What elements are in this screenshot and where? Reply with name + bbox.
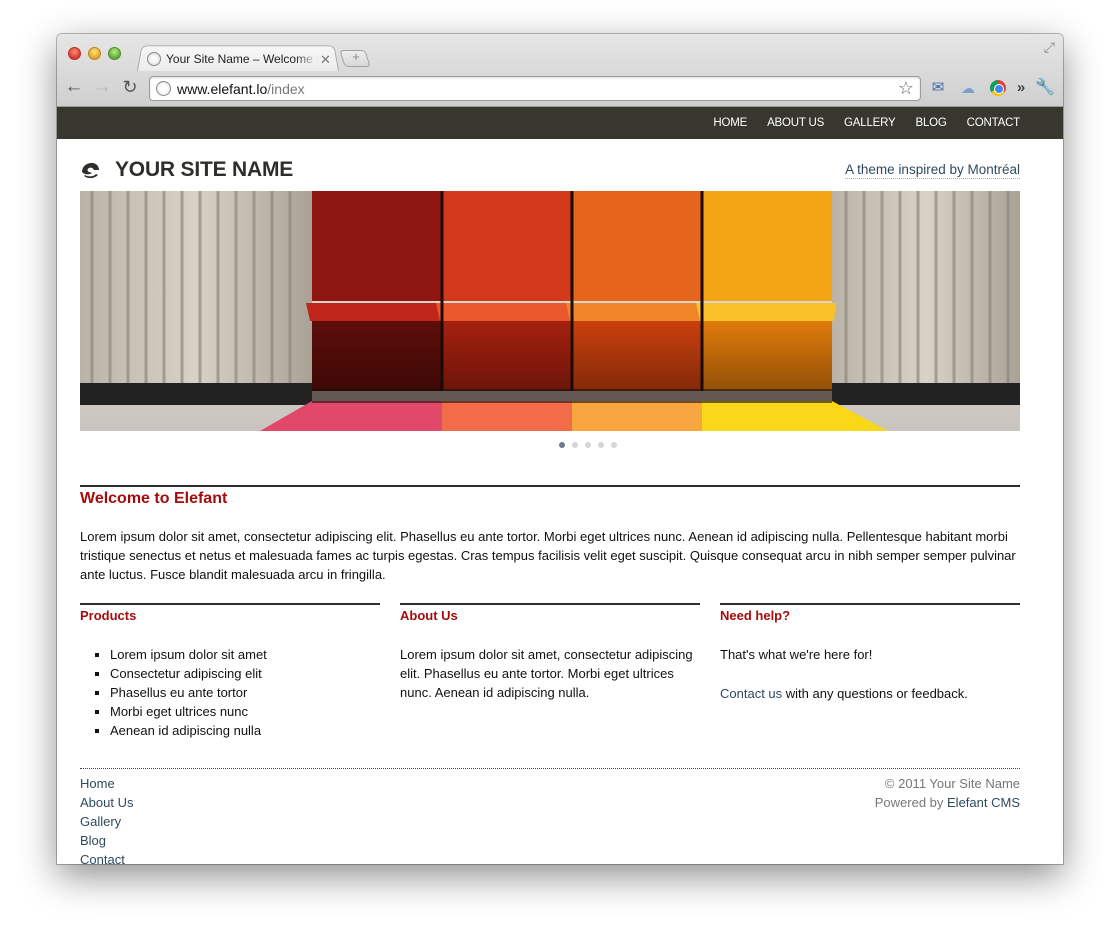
address-bar[interactable]: www.elefant.lo/index ☆ [149, 76, 921, 101]
help-column: Need help? That's what we're here for! C… [720, 603, 1020, 703]
forward-arrow-icon[interactable]: → [91, 76, 113, 98]
list-item: Aenean id adipiscing nulla [110, 721, 380, 740]
browser-chrome: Your Site Name – Welcome to Elefant ✕ + … [57, 34, 1063, 107]
browser-tab-content[interactable]: Your Site Name – Welcome to Elefant ✕ [145, 48, 335, 70]
welcome-title: Welcome to Elefant [80, 490, 228, 507]
nav-contact[interactable]: CONTACT [967, 117, 1021, 129]
slider-dot[interactable] [585, 442, 591, 448]
slider-dot[interactable] [559, 442, 565, 448]
reload-icon[interactable]: ↻ [119, 76, 141, 98]
products-title: Products [80, 608, 137, 623]
about-body: Lorem ipsum dolor sit amet, consectetur … [400, 647, 693, 700]
bookmark-star-icon[interactable]: ☆ [898, 78, 914, 99]
fullscreen-icon[interactable]: ⤢ [1044, 39, 1055, 56]
cloud-extension-icon[interactable]: ☁ [959, 79, 977, 97]
list-item: Lorem ipsum dolor sit amet [110, 645, 380, 664]
footer-link-contact[interactable]: Contact [80, 850, 133, 864]
site-header: YOUR SITE NAME A theme inspired by Montr… [80, 158, 1020, 184]
site-footer: Home About Us Gallery Blog Contact © 201… [80, 768, 1020, 864]
products-list: Lorem ipsum dolor sit amet Consectetur a… [80, 645, 380, 740]
about-title: About Us [400, 608, 458, 623]
plus-icon: + [352, 49, 360, 64]
back-arrow-icon[interactable]: ← [63, 76, 85, 98]
help-line-2: Contact us with any questions or feedbac… [720, 684, 1020, 703]
list-item: Phasellus eu ante tortor [110, 683, 380, 702]
web-page: HOME ABOUT US GALLERY BLOG CONTACT YOUR … [57, 107, 1063, 864]
url-path: /index [267, 81, 305, 97]
close-tab-icon[interactable]: ✕ [320, 53, 331, 66]
mail-extension-icon[interactable]: ✉ [929, 79, 947, 97]
nav-gallery[interactable]: GALLERY [844, 117, 896, 129]
powered-by: Powered by Elefant CMS [875, 793, 1020, 812]
list-item: Morbi eget ultrices nunc [110, 702, 380, 721]
hero-slider-image[interactable] [80, 191, 1020, 431]
address-url[interactable]: www.elefant.lo/index [177, 81, 305, 97]
help-title: Need help? [720, 608, 791, 623]
slider-dot[interactable] [611, 442, 617, 448]
globe-icon [147, 52, 161, 66]
products-column: Products Lorem ipsum dolor sit amet Cons… [80, 603, 380, 740]
slider-dots [57, 442, 1063, 448]
powered-by-prefix: Powered by [874, 795, 948, 810]
footer-link-home[interactable]: Home [80, 774, 133, 793]
footer-link-about-us[interactable]: About Us [80, 793, 133, 812]
slider-dot[interactable] [598, 442, 604, 448]
wrench-menu-icon[interactable]: 🔧 [1035, 79, 1055, 97]
tab-title: Your Site Name – Welcome to Elefant [166, 52, 318, 66]
zoom-window-button[interactable] [108, 47, 121, 60]
more-extensions-icon[interactable]: » [1012, 79, 1030, 97]
elefant-cms-link[interactable]: Elefant CMS [947, 795, 1020, 810]
copyright-text: © 2011 Your Site Name [884, 776, 1020, 791]
site-name[interactable]: YOUR SITE NAME [115, 158, 293, 182]
about-column: About Us Lorem ipsum dolor sit amet, con… [400, 603, 700, 702]
page-info-icon[interactable] [156, 81, 171, 96]
chrome-extension-icon[interactable] [990, 80, 1006, 96]
list-item: Consectetur adipiscing elit [110, 664, 380, 683]
welcome-body: Lorem ipsum dolor sit amet, consectetur … [80, 529, 1016, 582]
elephant-logo-icon[interactable] [80, 162, 100, 180]
footer-credits: © 2011 Your Site Name Powered by Elefant… [875, 774, 1020, 812]
contact-us-link[interactable]: Contact us [720, 686, 782, 701]
help-line-2-text: with any questions or feedback. [782, 686, 968, 701]
minimize-window-button[interactable] [88, 47, 101, 60]
welcome-section: Welcome to Elefant [80, 485, 1020, 508]
nav-about-us[interactable]: ABOUT US [767, 117, 824, 129]
close-window-button[interactable] [68, 47, 81, 60]
slider-dot[interactable] [572, 442, 578, 448]
browser-toolbar: ← → ↻ www.elefant.lo/index ☆ ✉ ☁ » 🔧 [57, 72, 1063, 106]
nav-blog[interactable]: BLOG [916, 117, 947, 129]
site-nav: HOME ABOUT US GALLERY BLOG CONTACT [57, 107, 1063, 139]
footer-link-gallery[interactable]: Gallery [80, 812, 133, 831]
url-host: www.elefant.lo [177, 81, 268, 97]
footer-links: Home About Us Gallery Blog Contact [80, 774, 133, 864]
browser-window: Your Site Name – Welcome to Elefant ✕ + … [57, 34, 1063, 864]
nav-home[interactable]: HOME [713, 117, 747, 129]
footer-link-blog[interactable]: Blog [80, 831, 133, 850]
site-tagline[interactable]: A theme inspired by Montréal [845, 162, 1020, 179]
help-line-1: That's what we're here for! [720, 647, 873, 662]
